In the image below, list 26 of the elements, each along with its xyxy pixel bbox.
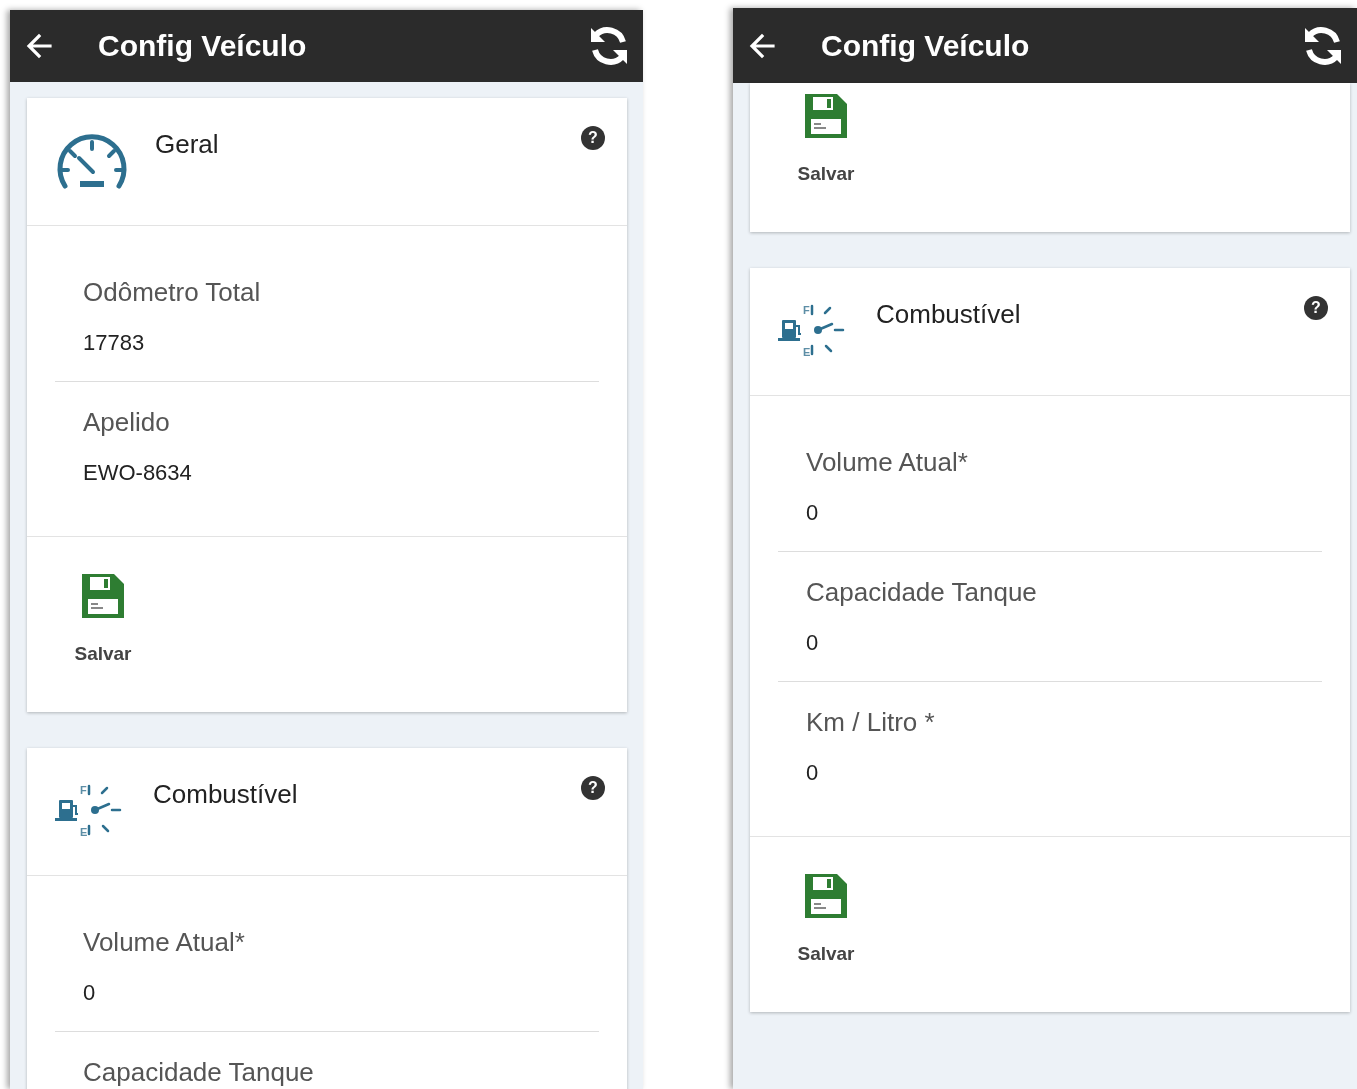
field-label: Volume Atual* — [805, 447, 969, 477]
input-field[interactable]: 0 — [778, 493, 1322, 552]
input-field[interactable]: 17783 — [55, 323, 599, 382]
input-field[interactable]: EWO-8634 — [55, 453, 599, 493]
save-button[interactable]: Salvar — [796, 872, 856, 966]
help-button[interactable]: ? — [581, 776, 605, 800]
speedometer-icon — [55, 134, 129, 190]
input-field[interactable]: 0 — [55, 973, 599, 1032]
input-field[interactable]: 0 — [778, 753, 1322, 793]
section-title: Combustível — [876, 298, 1021, 330]
field-label: Capacidade Tanque — [82, 1057, 315, 1087]
input-field[interactable]: 0 — [778, 623, 1322, 682]
screen-title: Config Veículo — [98, 28, 307, 64]
field-label: Volume Atual* — [82, 927, 246, 957]
help-button[interactable]: ? — [1304, 296, 1328, 320]
section-title: Geral — [155, 128, 219, 160]
help-button[interactable]: ? — [581, 126, 605, 150]
section-title: Combustível — [153, 778, 298, 810]
screen-title: Config Veículo — [821, 27, 1030, 64]
field-label: Km / Litro * — [805, 707, 936, 737]
save-button[interactable]: Salvar — [73, 572, 133, 666]
field-label: Capacidade Tanque — [805, 577, 1038, 607]
back-arrow-icon[interactable] — [24, 31, 54, 61]
field-label: Odômetro Total — [82, 277, 262, 307]
save-button[interactable]: Salvar — [796, 92, 856, 186]
field-label: Apelido — [82, 407, 171, 437]
